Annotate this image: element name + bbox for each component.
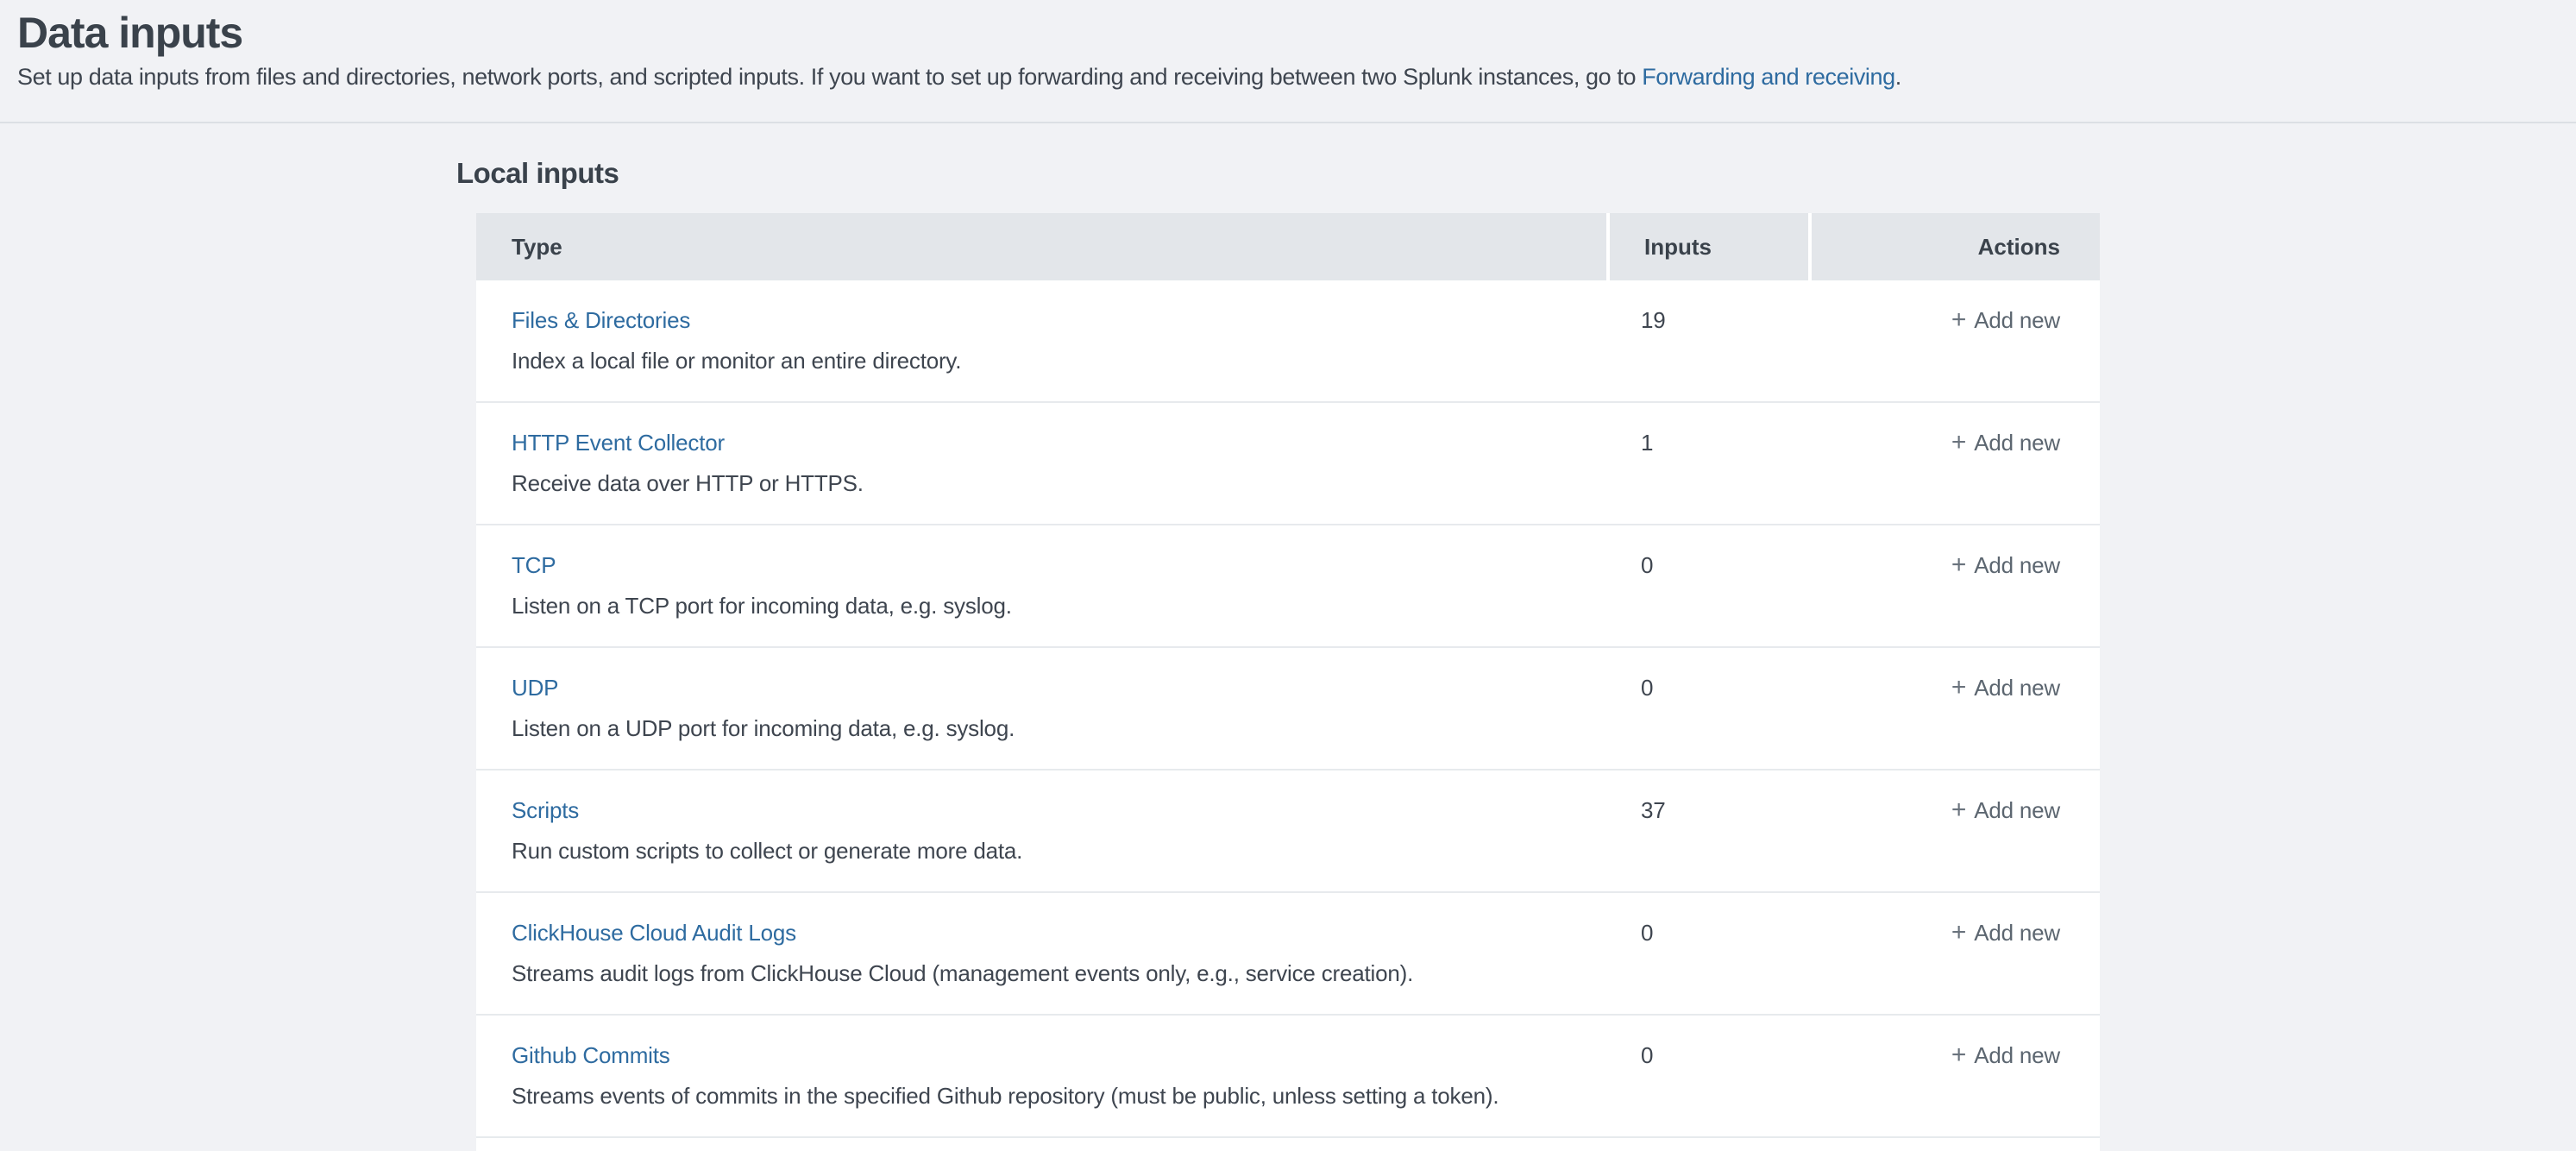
page-header: Data inputs Set up data inputs from file… bbox=[0, 0, 2576, 123]
table-row-tcp: TCP Listen on a TCP port for incoming da… bbox=[476, 525, 2100, 648]
type-cell: Github Commits Streams events of commits… bbox=[476, 1041, 1606, 1110]
actions-cell: + Add new bbox=[1808, 550, 2100, 580]
input-type-link[interactable]: ClickHouse Cloud Audit Logs bbox=[512, 918, 796, 947]
input-type-link[interactable]: UDP bbox=[512, 673, 558, 702]
actions-cell: + Add new bbox=[1808, 673, 2100, 702]
type-cell: TCP Listen on a TCP port for incoming da… bbox=[476, 550, 1606, 620]
column-header-type: Type bbox=[476, 213, 1606, 280]
inputs-count: 0 bbox=[1606, 550, 1808, 580]
input-type-link[interactable]: Scripts bbox=[512, 796, 579, 825]
table-row-clickhouse-cloud-audit-logs: ClickHouse Cloud Audit Logs Streams audi… bbox=[476, 893, 2100, 1016]
actions-cell: + Add new bbox=[1808, 305, 2100, 335]
table-row-github-commits: Github Commits Streams events of commits… bbox=[476, 1016, 2100, 1138]
actions-cell: + Add new bbox=[1808, 918, 2100, 947]
add-new-button[interactable]: + Add new bbox=[1951, 305, 2060, 335]
plus-icon: + bbox=[1951, 305, 1966, 334]
input-type-link[interactable]: Github Commits bbox=[512, 1041, 670, 1070]
add-new-label: Add new bbox=[1974, 920, 2060, 946]
table-row-http-event-collector: HTTP Event Collector Receive data over H… bbox=[476, 403, 2100, 525]
add-new-button[interactable]: + Add new bbox=[1951, 918, 2060, 947]
actions-cell: + Add new bbox=[1808, 1041, 2100, 1070]
type-cell: Files & Directories Index a local file o… bbox=[476, 305, 1606, 375]
input-type-link[interactable]: HTTP Event Collector bbox=[512, 428, 725, 457]
add-new-label: Add new bbox=[1974, 797, 2060, 823]
add-new-label: Add new bbox=[1974, 307, 2060, 333]
table-row-scripts: Scripts Run custom scripts to collect or… bbox=[476, 770, 2100, 893]
subtitle-period: . bbox=[1895, 64, 1901, 90]
add-new-button[interactable]: + Add new bbox=[1951, 550, 2060, 580]
input-type-description: Listen on a TCP port for incoming data, … bbox=[512, 591, 1606, 620]
plus-icon: + bbox=[1951, 796, 1966, 824]
add-new-button[interactable]: + Add new bbox=[1951, 673, 2060, 702]
input-type-link[interactable]: TCP bbox=[512, 550, 556, 580]
input-type-description: Run custom scripts to collect or generat… bbox=[512, 836, 1606, 865]
plus-icon: + bbox=[1951, 550, 1966, 579]
type-cell: UDP Listen on a UDP port for incoming da… bbox=[476, 673, 1606, 743]
type-cell: HTTP Event Collector Receive data over H… bbox=[476, 428, 1606, 498]
input-type-description: Receive data over HTTP or HTTPS. bbox=[512, 469, 1606, 498]
add-new-button[interactable]: + Add new bbox=[1951, 1041, 2060, 1070]
page-subtitle: Set up data inputs from files and direct… bbox=[17, 62, 2576, 91]
input-type-link[interactable]: Files & Directories bbox=[512, 305, 690, 335]
actions-cell: + Add new bbox=[1808, 428, 2100, 457]
inputs-count: 0 bbox=[1606, 1041, 1808, 1070]
local-inputs-table: Type Inputs Actions Files & Directories … bbox=[476, 213, 2100, 1151]
inputs-count: 1 bbox=[1606, 428, 1808, 457]
column-header-actions: Actions bbox=[1808, 213, 2100, 280]
subtitle-text: Set up data inputs from files and direct… bbox=[17, 64, 1642, 90]
input-type-description: Listen on a UDP port for incoming data, … bbox=[512, 714, 1606, 743]
add-new-label: Add new bbox=[1974, 675, 2060, 701]
type-cell: ClickHouse Cloud Audit Logs Streams audi… bbox=[476, 918, 1606, 988]
inputs-count: 0 bbox=[1606, 918, 1808, 947]
plus-icon: + bbox=[1951, 918, 1966, 947]
add-new-button[interactable]: + Add new bbox=[1951, 428, 2060, 457]
input-type-description: Index a local file or monitor an entire … bbox=[512, 346, 1606, 375]
add-new-label: Add new bbox=[1974, 552, 2060, 578]
plus-icon: + bbox=[1951, 673, 1966, 701]
table-header-row: Type Inputs Actions bbox=[476, 213, 2100, 280]
add-new-label: Add new bbox=[1974, 430, 2060, 456]
page-title: Data inputs bbox=[17, 8, 2576, 58]
inputs-count: 37 bbox=[1606, 796, 1808, 825]
actions-cell: + Add new bbox=[1808, 796, 2100, 825]
add-new-label: Add new bbox=[1974, 1042, 2060, 1068]
input-type-description: Streams audit logs from ClickHouse Cloud… bbox=[512, 959, 1606, 988]
table-row-udp: UDP Listen on a UDP port for incoming da… bbox=[476, 648, 2100, 770]
plus-icon: + bbox=[1951, 1041, 1966, 1069]
type-cell: Scripts Run custom scripts to collect or… bbox=[476, 796, 1606, 865]
inputs-count: 19 bbox=[1606, 305, 1808, 335]
add-new-button[interactable]: + Add new bbox=[1951, 796, 2060, 825]
main-content: Local inputs Type Inputs Actions Files &… bbox=[0, 123, 2576, 1151]
section-heading-local-inputs: Local inputs bbox=[456, 156, 2576, 191]
plus-icon: + bbox=[1951, 428, 1966, 456]
input-type-description: Streams events of commits in the specifi… bbox=[512, 1081, 1606, 1110]
table-row-partial bbox=[476, 1138, 2100, 1151]
inputs-count: 0 bbox=[1606, 673, 1808, 702]
column-header-inputs: Inputs bbox=[1606, 213, 1808, 280]
forwarding-and-receiving-link[interactable]: Forwarding and receiving bbox=[1642, 64, 1895, 90]
table-row-files-directories: Files & Directories Index a local file o… bbox=[476, 280, 2100, 403]
